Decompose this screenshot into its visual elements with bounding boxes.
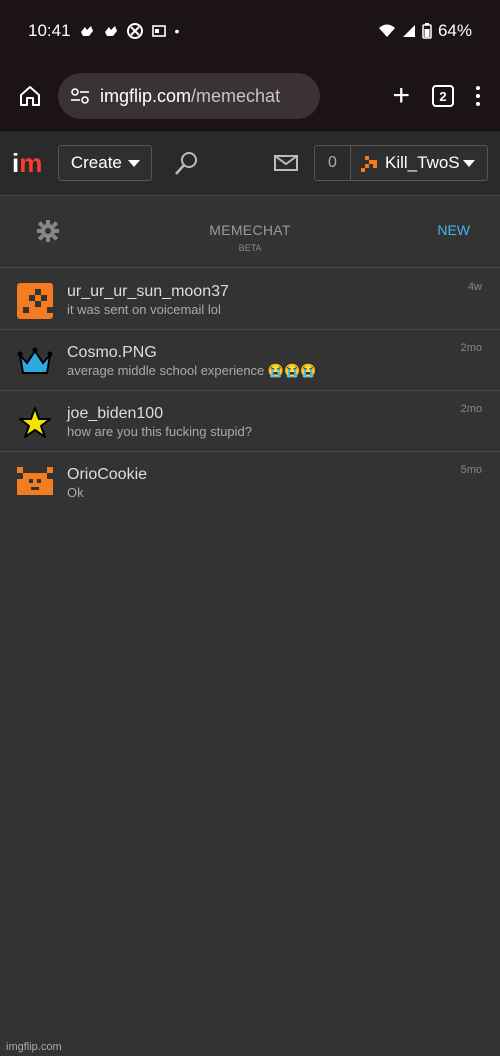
create-button[interactable]: Create — [58, 145, 153, 181]
mail-icon[interactable] — [274, 154, 298, 172]
notification-bird-icon — [80, 26, 93, 36]
chat-time: 5mo — [460, 464, 482, 476]
chevron-down-icon — [127, 159, 140, 167]
chat-row[interactable]: Cosmo.PNG average middle school experien… — [0, 330, 500, 391]
user-menu-button[interactable]: Kill_TwoS — [350, 145, 488, 181]
chevron-down-icon — [463, 159, 475, 167]
user-pickaxe-icon — [361, 156, 377, 172]
home-icon — [20, 86, 40, 106]
wifi-icon — [378, 24, 395, 37]
notification-count[interactable]: 0 — [314, 145, 350, 181]
create-label: Create — [70, 153, 122, 172]
site-settings-icon[interactable] — [70, 87, 90, 105]
new-tab-button[interactable]: + — [392, 81, 410, 111]
browser-toolbar: imgflip.com/memechat + 2 — [0, 62, 500, 130]
chat-name: OrioCookie — [67, 466, 148, 483]
chat-preview: Ok — [67, 485, 84, 500]
chat-time: 2mo — [460, 403, 482, 415]
signal-icon — [402, 25, 415, 37]
battery-percent: 64% — [437, 21, 472, 40]
orange-checker-icon — [16, 282, 54, 320]
username: Kill_TwoS — [385, 153, 459, 172]
chat-row[interactable]: ur_ur_ur_sun_moon37 it was sent on voice… — [0, 269, 500, 330]
imgflip-watermark: imgflip.com — [6, 1041, 62, 1053]
chat-list: ur_ur_ur_sun_moon37 it was sent on voice… — [0, 269, 500, 513]
site-header: im Create 0 Kill_TwoS — [0, 130, 500, 196]
url-path: /memechat — [191, 85, 281, 106]
chat-preview: average middle school experience 😭😭😭 — [67, 363, 317, 378]
chat-name: Cosmo.PNG — [67, 344, 157, 361]
memechat-header: MEMECHAT BETA NEW — [0, 197, 500, 268]
notification-bird-icon-2 — [104, 26, 117, 36]
chat-preview: it was sent on voicemail lol — [67, 302, 221, 317]
star-icon — [16, 404, 54, 442]
beta-badge: BETA — [238, 243, 262, 253]
chat-time: 2mo — [460, 342, 482, 354]
chat-name: ur_ur_ur_sun_moon37 — [67, 283, 229, 300]
browser-menu-icon[interactable] — [476, 86, 480, 106]
status-notification-icons: • — [79, 23, 180, 39]
logo-m: m — [19, 147, 43, 178]
page-title: MEMECHAT — [209, 222, 291, 238]
new-chat-button[interactable]: NEW — [437, 222, 470, 238]
chat-preview: how are you this fucking stupid? — [67, 424, 252, 439]
imgflip-logo[interactable]: im — [12, 148, 42, 179]
logo-i: i — [12, 147, 20, 178]
crown-icon — [16, 343, 54, 381]
battery-icon — [422, 23, 432, 39]
search-icon[interactable] — [172, 149, 200, 177]
url-domain: imgflip.com — [100, 85, 192, 106]
chat-time: 4w — [467, 281, 482, 293]
chat-row[interactable]: joe_biden100 how are you this fucking st… — [0, 391, 500, 452]
xbox-icon — [126, 23, 143, 39]
status-time: 10:41 — [28, 21, 71, 40]
status-dot: • — [174, 23, 180, 39]
home-button[interactable] — [14, 80, 46, 112]
tab-switcher-button[interactable]: 2 — [432, 85, 454, 107]
address-bar[interactable]: imgflip.com/memechat — [58, 73, 320, 119]
chat-row[interactable]: OrioCookie Ok 5mo — [0, 452, 500, 513]
orange-pixel-face-icon — [16, 465, 54, 503]
status-bar: 10:41 • 64% — [0, 0, 500, 62]
chat-name: joe_biden100 — [67, 405, 164, 422]
status-right: 64% — [378, 21, 472, 41]
news-icon — [151, 25, 166, 37]
